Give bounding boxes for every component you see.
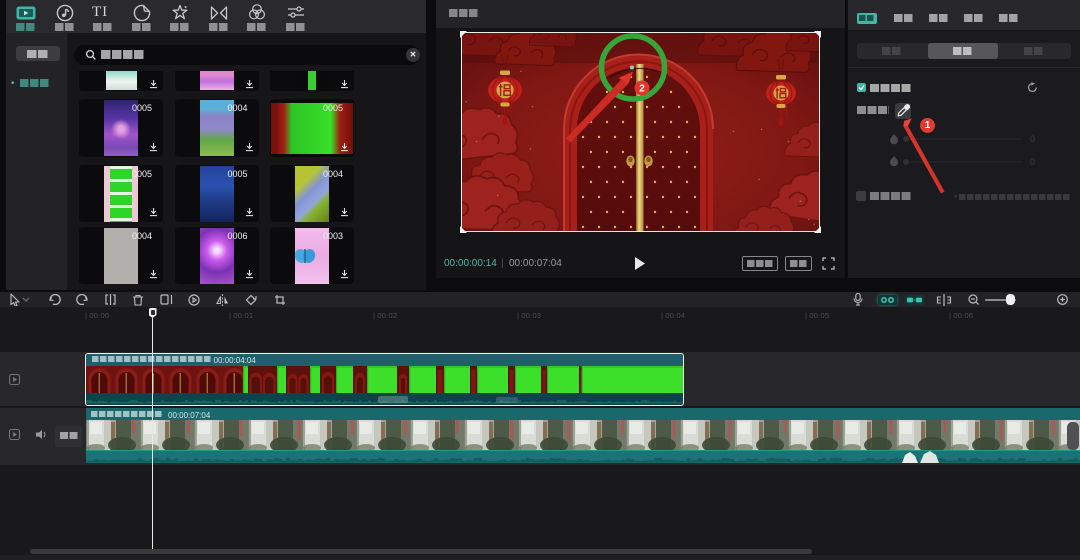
svg-text:2: 2: [639, 84, 645, 95]
